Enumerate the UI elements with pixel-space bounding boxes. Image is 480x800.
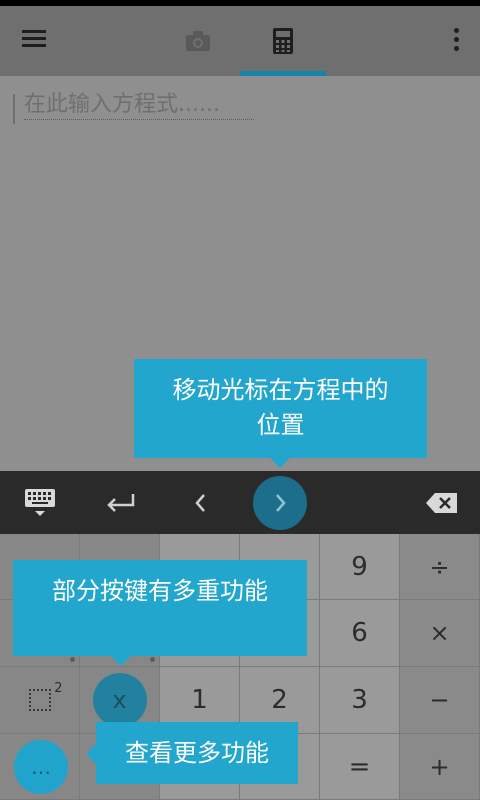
calculator-icon <box>273 28 293 54</box>
multi-function-dot <box>150 657 155 662</box>
key-2-label: 2 <box>271 685 288 715</box>
tab-camera[interactable] <box>155 6 241 76</box>
tooltip-tail <box>86 744 96 764</box>
key-3[interactable]: 3 <box>320 667 400 734</box>
enter-button[interactable] <box>95 471 145 534</box>
tooltip-tail <box>111 656 131 666</box>
hamburger-menu-icon[interactable] <box>22 26 52 56</box>
tooltip-multifunction-keys: 部分按键有多重功能 <box>13 560 307 666</box>
multi-function-dot <box>70 657 75 662</box>
more-functions-label: … <box>31 755 51 779</box>
tooltip-keys-text: 部分按键有多重功能 <box>52 577 268 605</box>
tooltip-cursor-text: 移动光标在方程中的位置 <box>172 376 389 439</box>
more-functions-button[interactable]: … <box>14 740 68 794</box>
key-equals[interactable]: = <box>320 734 400 800</box>
key-equals-label: = <box>348 751 371 782</box>
equation-input[interactable] <box>24 92 254 120</box>
square-power-icon: 2 <box>28 681 63 711</box>
cursor-right-highlight <box>253 475 307 530</box>
text-cursor <box>13 94 15 124</box>
square-exponent: 2 <box>54 681 63 696</box>
keyboard-hide-icon <box>25 488 55 516</box>
camera-icon <box>186 31 210 51</box>
key-9-label: 9 <box>351 551 368 582</box>
tab-calculator[interactable] <box>240 6 326 76</box>
key-plus[interactable]: + <box>400 734 480 800</box>
backspace-icon <box>426 492 457 513</box>
chevron-left-icon <box>195 493 205 512</box>
key-multiply-label: × <box>429 619 450 647</box>
enter-return-icon <box>107 493 135 512</box>
cursor-left-button[interactable] <box>180 471 220 534</box>
tooltip-tail <box>270 458 290 468</box>
more-vert-icon[interactable] <box>452 28 462 54</box>
tooltip-cursor: 移动光标在方程中的位置 <box>134 359 427 468</box>
key-x-label: x <box>112 686 127 714</box>
key-multiply[interactable]: × <box>400 600 480 667</box>
tooltip-more-text: 查看更多功能 <box>125 739 269 767</box>
key-6[interactable]: 6 <box>320 600 400 667</box>
keyboard-hide-button[interactable] <box>15 471 65 534</box>
key-minus[interactable]: − <box>400 667 480 734</box>
key-square[interactable]: 2 <box>0 667 80 734</box>
chevron-right-icon <box>276 493 286 512</box>
backspace-button[interactable] <box>420 471 464 534</box>
key-plus-label: + <box>429 752 450 781</box>
app-bar <box>0 6 480 76</box>
key-1-label: 1 <box>191 685 208 715</box>
key-divide-label: ÷ <box>429 552 450 581</box>
key-6-label: 6 <box>351 618 368 648</box>
key-9[interactable]: 9 <box>320 534 400 600</box>
key-divide[interactable]: ÷ <box>400 534 480 600</box>
key-x-highlight: x <box>92 673 147 727</box>
editor-toolbar <box>0 471 480 534</box>
cursor-right-button[interactable] <box>252 471 308 534</box>
key-minus-label: − <box>429 686 450 714</box>
tooltip-more-functions: 查看更多功能 <box>86 722 298 784</box>
key-3-label: 3 <box>351 685 368 715</box>
